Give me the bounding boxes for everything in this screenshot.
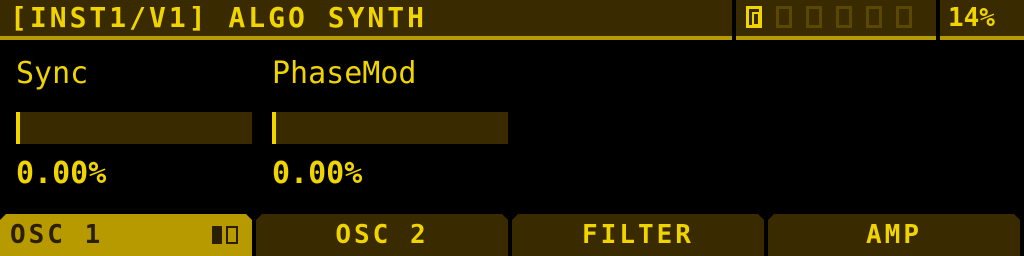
- tab-osc2[interactable]: OSC 2: [256, 214, 508, 256]
- param-label: PhaseMod: [272, 56, 417, 91]
- tab-filter[interactable]: FILTER: [512, 214, 764, 256]
- header-bar: [INST1/V1] ALGO SYNTH 14%: [0, 0, 1024, 40]
- tab-label: OSC 1: [10, 220, 104, 250]
- tab-osc1[interactable]: OSC 1: [0, 214, 252, 256]
- page-indicator-3[interactable]: [806, 6, 822, 28]
- tab-label: FILTER: [582, 220, 694, 250]
- page-indicator-4[interactable]: [836, 6, 852, 28]
- param-value: 0.00%: [272, 156, 363, 191]
- page-indicator-6[interactable]: [896, 6, 912, 28]
- tab-label: OSC 2: [335, 220, 429, 250]
- tab-amp[interactable]: AMP: [768, 214, 1020, 256]
- cpu-value: 14%: [948, 3, 995, 33]
- page-indicators: [736, 0, 936, 40]
- param-sync[interactable]: Sync 0.00%: [16, 52, 256, 202]
- page-indicator-5[interactable]: [866, 6, 882, 28]
- title-box: [INST1/V1] ALGO SYNTH: [0, 0, 732, 40]
- param-label: Sync: [16, 56, 89, 91]
- param-phasemod[interactable]: PhaseMod 0.00%: [272, 52, 512, 202]
- param-slider[interactable]: [16, 112, 252, 144]
- param-slider[interactable]: [272, 112, 508, 144]
- page-indicator-2[interactable]: [776, 6, 792, 28]
- cpu-meter: 14%: [940, 0, 1024, 40]
- param-marker: [16, 112, 20, 144]
- param-value: 0.00%: [16, 156, 107, 191]
- page-indicator-1[interactable]: [746, 6, 762, 28]
- param-marker: [272, 112, 276, 144]
- page-title: [INST1/V1] ALGO SYNTH: [10, 1, 428, 34]
- tab-label: AMP: [866, 220, 922, 250]
- page-toggle-icon: [212, 226, 238, 244]
